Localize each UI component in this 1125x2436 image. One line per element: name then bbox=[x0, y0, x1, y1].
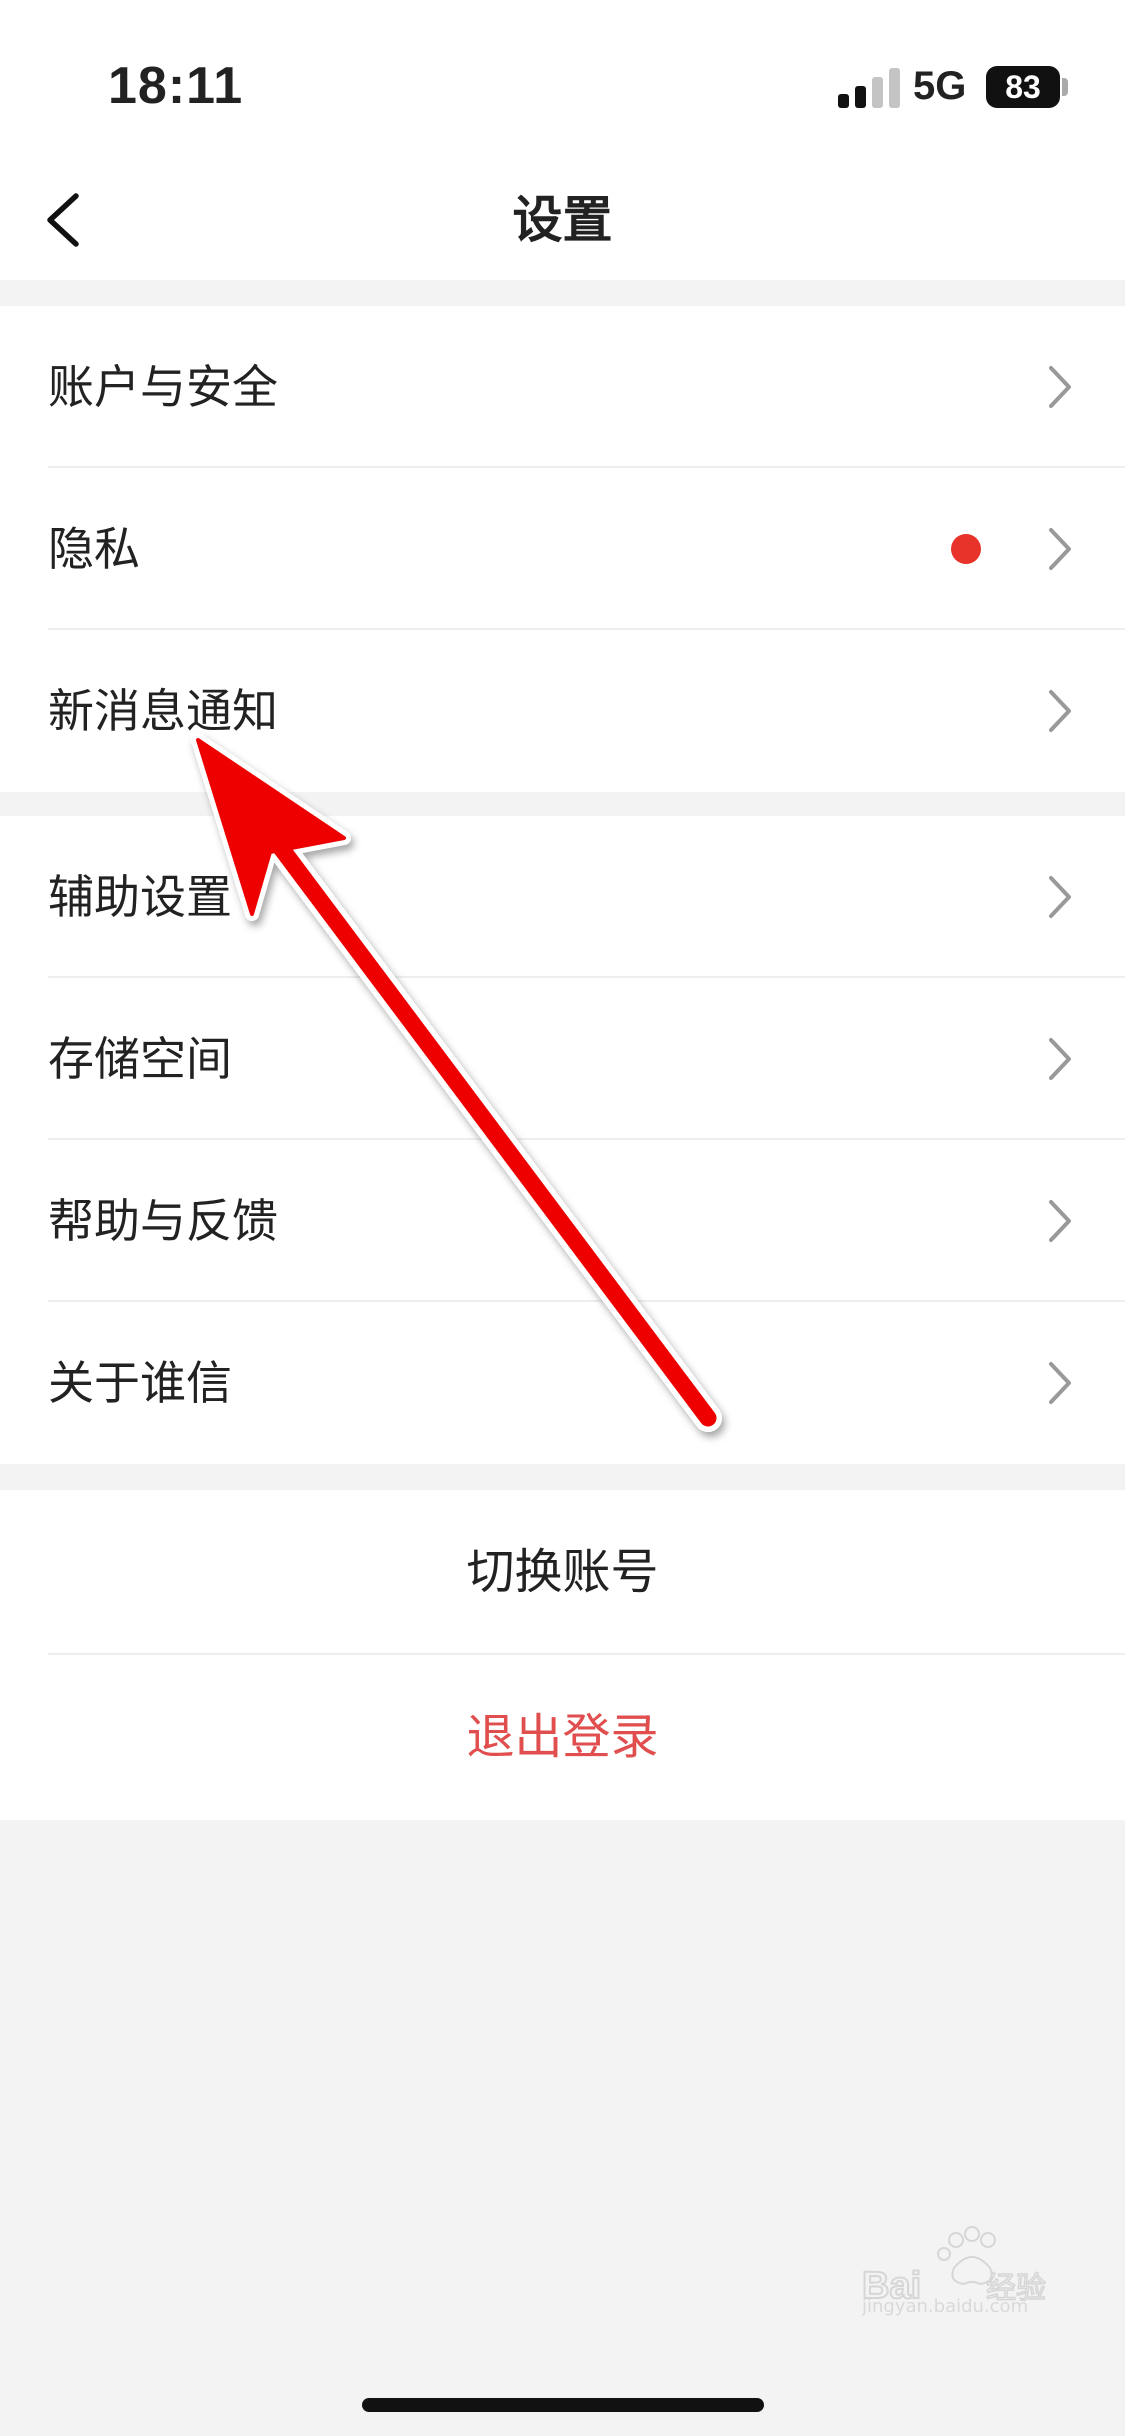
settings-item-label: 隐私 bbox=[48, 522, 140, 576]
settings-item-label: 关于谁信 bbox=[48, 1356, 232, 1410]
settings-item-new-message-notifications[interactable]: 新消息通知 bbox=[0, 630, 1125, 792]
chevron-right-icon bbox=[1049, 1200, 1071, 1242]
battery-icon: 83 bbox=[986, 66, 1060, 108]
status-bar: 18:11 5G 83 bbox=[0, 0, 1125, 150]
logout-button[interactable]: 退出登录 bbox=[0, 1655, 1125, 1820]
page-title: 设置 bbox=[512, 191, 613, 249]
settings-item-label: 账户与安全 bbox=[48, 360, 278, 414]
settings-item-accessibility[interactable]: 辅助设置 bbox=[0, 816, 1125, 978]
watermark-url: jingyan.baidu.com bbox=[862, 2296, 1029, 2317]
settings-item-privacy[interactable]: 隐私 bbox=[0, 468, 1125, 630]
chevron-right-icon bbox=[1049, 1038, 1071, 1080]
battery-tip bbox=[1062, 78, 1068, 96]
settings-group-1: 账户与安全 隐私 新消息通知 bbox=[0, 306, 1125, 792]
settings-item-account-security[interactable]: 账户与安全 bbox=[0, 306, 1125, 468]
settings-item-about[interactable]: 关于谁信 bbox=[0, 1302, 1125, 1464]
settings-item-label: 存储空间 bbox=[48, 1032, 232, 1086]
baidu-jingyan-watermark: Bai 经验 bbox=[861, 2226, 1047, 2308]
switch-account-button[interactable]: 切换账号 bbox=[0, 1490, 1125, 1655]
settings-item-label: 帮助与反馈 bbox=[48, 1194, 278, 1248]
chevron-right-icon bbox=[1049, 876, 1071, 918]
cellular-signal-icon bbox=[838, 66, 902, 108]
chevron-right-icon bbox=[1049, 690, 1071, 732]
nav-bar: 设置 bbox=[0, 150, 1125, 280]
red-dot-badge bbox=[951, 534, 981, 564]
logout-label: 退出登录 bbox=[466, 1709, 659, 1765]
chevron-right-icon bbox=[1049, 528, 1071, 570]
settings-group-2: 辅助设置 存储空间 帮助与反馈 关于谁信 bbox=[0, 816, 1125, 1464]
chevron-right-icon bbox=[1049, 366, 1071, 408]
account-actions-group: 切换账号 退出登录 bbox=[0, 1490, 1125, 1820]
network-type: 5G bbox=[913, 64, 967, 108]
settings-item-label: 新消息通知 bbox=[48, 684, 278, 738]
settings-item-help-feedback[interactable]: 帮助与反馈 bbox=[0, 1140, 1125, 1302]
home-indicator[interactable] bbox=[362, 2398, 764, 2412]
status-time: 18:11 bbox=[108, 57, 244, 115]
chevron-right-icon bbox=[1049, 1362, 1071, 1404]
settings-item-label: 辅助设置 bbox=[48, 870, 232, 924]
settings-item-storage[interactable]: 存储空间 bbox=[0, 978, 1125, 1140]
switch-account-label: 切换账号 bbox=[466, 1544, 659, 1600]
